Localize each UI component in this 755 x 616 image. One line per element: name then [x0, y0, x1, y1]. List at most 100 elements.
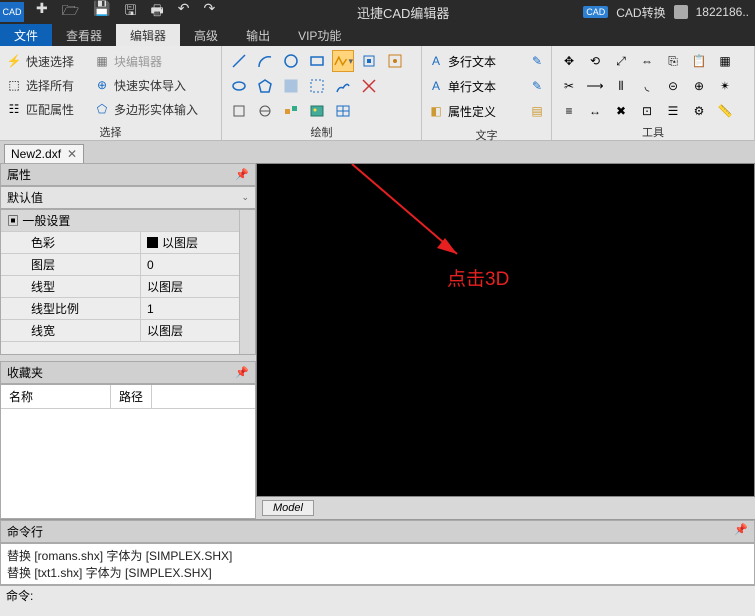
menu-output[interactable]: 输出: [232, 24, 284, 46]
ellipse-tool-icon[interactable]: [228, 75, 250, 97]
poly-import-button[interactable]: 多边形实体输入: [114, 101, 198, 118]
prop-val-layer[interactable]: 0: [141, 254, 239, 275]
properties-default-row[interactable]: 默认值 ⌄: [0, 186, 256, 209]
text-style-icon[interactable]: ✎: [529, 78, 545, 94]
save-icon[interactable]: 💾: [93, 0, 110, 24]
menu-file[interactable]: 文件: [0, 24, 52, 46]
quick-select-button[interactable]: 快速选择: [26, 53, 74, 70]
scale-tool-icon[interactable]: ⤢: [610, 50, 632, 72]
mtext-icon[interactable]: A: [428, 53, 444, 69]
cad-convert-link[interactable]: CAD转换: [616, 4, 665, 21]
stretch-tool-icon[interactable]: ↔: [584, 100, 606, 122]
menu-editor[interactable]: 编辑器: [116, 24, 180, 46]
command-input-row[interactable]: 命令:: [0, 585, 755, 604]
open-icon[interactable]: 🗁: [62, 0, 79, 24]
fav-col-name[interactable]: 名称: [1, 385, 111, 408]
canvas-area: 点击3D Model: [256, 163, 755, 519]
array-tool-icon[interactable]: ▦: [714, 50, 736, 72]
rect-tool-icon[interactable]: [306, 50, 328, 72]
rotate-tool-icon[interactable]: ⟲: [584, 50, 606, 72]
polyline-tool-icon[interactable]: ▾: [332, 50, 354, 72]
paste-tool-icon[interactable]: 📋: [688, 50, 710, 72]
move-tool-icon[interactable]: ✥: [558, 50, 580, 72]
hatch-tool-icon[interactable]: [280, 75, 302, 97]
general-section[interactable]: ▣ 一般设置: [1, 210, 239, 232]
quick-import-icon[interactable]: ⊕: [94, 77, 110, 93]
attr-def-button[interactable]: 属性定义: [448, 103, 496, 120]
drawing-canvas[interactable]: 点击3D: [256, 163, 755, 497]
app-logo-icon: CAD: [0, 2, 24, 22]
undo-icon[interactable]: ↶: [178, 0, 190, 24]
menu-vip[interactable]: VIP功能: [284, 24, 355, 46]
pin-icon[interactable]: 📌: [235, 168, 249, 181]
stext-button[interactable]: 单行文本: [448, 78, 496, 95]
close-tab-icon[interactable]: ✕: [67, 147, 77, 161]
explode-tool-icon[interactable]: ✴: [714, 75, 736, 97]
mtext-button[interactable]: 多行文本: [448, 53, 496, 70]
tool-3a-icon[interactable]: [228, 100, 250, 122]
file-tab[interactable]: New2.dxf ✕: [4, 144, 84, 163]
break-tool-icon[interactable]: ⊝: [662, 75, 684, 97]
tool-3c-icon[interactable]: [280, 100, 302, 122]
image-tool-icon[interactable]: [306, 100, 328, 122]
group-tool-icon[interactable]: ⊡: [636, 100, 658, 122]
select-all-button[interactable]: 选择所有: [26, 77, 74, 94]
copy-tool-icon[interactable]: ⎘: [662, 50, 684, 72]
menu-bar: 文件 查看器 编辑器 高级 输出 VIP功能: [0, 24, 755, 46]
region-tool-icon[interactable]: [358, 75, 380, 97]
point-tool-icon[interactable]: [306, 75, 328, 97]
polygon-tool-icon[interactable]: [254, 75, 276, 97]
extend-tool-icon[interactable]: ⟶: [584, 75, 606, 97]
pin-icon[interactable]: 📌: [734, 523, 748, 540]
tool-3b-icon[interactable]: [254, 100, 276, 122]
cloud-tool-icon[interactable]: [332, 75, 354, 97]
mirror-tool-icon[interactable]: ⇔: [636, 50, 658, 72]
match-props-button[interactable]: 匹配属性: [26, 101, 74, 118]
spline-tool-icon[interactable]: [358, 50, 380, 72]
redo-icon[interactable]: ↷: [203, 0, 215, 24]
join-tool-icon[interactable]: ⊕: [688, 75, 710, 97]
layer-tool-icon[interactable]: ☰: [662, 100, 684, 122]
stext-icon[interactable]: A: [428, 78, 444, 94]
fav-col-path[interactable]: 路径: [111, 385, 152, 408]
new-icon[interactable]: ✚: [36, 0, 48, 24]
attr-def-icon[interactable]: ◧: [428, 103, 444, 119]
arc-tool-icon[interactable]: [254, 50, 276, 72]
command-history[interactable]: 替换 [romans.shx] 字体为 [SIMPLEX.SHX] 替换 [tx…: [0, 543, 755, 585]
print-icon[interactable]: 🖶: [150, 0, 163, 24]
delete-tool-icon[interactable]: ✖: [610, 100, 632, 122]
prop-val-lweight[interactable]: 以图层: [141, 320, 239, 341]
line-tool-icon[interactable]: [228, 50, 250, 72]
measure-tool-icon[interactable]: 📏: [714, 100, 736, 122]
fillet-tool-icon[interactable]: ◟: [636, 75, 658, 97]
left-panels: 属性 📌 默认值 ⌄ ▣ 一般设置 色彩以图层 图层0 线型以图层 线型比例1 …: [0, 163, 256, 519]
favorites-title: 收藏夹: [7, 364, 43, 381]
menu-advanced[interactable]: 高级: [180, 24, 232, 46]
prop-val-ltype[interactable]: 以图层: [141, 276, 239, 297]
quick-select-icon[interactable]: ⚡: [6, 53, 22, 69]
select-all-icon[interactable]: ⬚: [6, 77, 22, 93]
user-icon[interactable]: [674, 5, 688, 19]
ribbon-label-select: 选择: [6, 122, 215, 140]
offset-tool-icon[interactable]: ⫴: [610, 75, 632, 97]
prop-val-lscale[interactable]: 1: [141, 298, 239, 319]
cmd-line-2: 替换 [txt1.shx] 字体为 [SIMPLEX.SHX]: [7, 564, 748, 581]
menu-viewer[interactable]: 查看器: [52, 24, 116, 46]
circle-tool-icon[interactable]: [280, 50, 302, 72]
properties-scrollbar[interactable]: [239, 210, 255, 354]
align-tool-icon[interactable]: ≡: [558, 100, 580, 122]
props-tool-icon[interactable]: ⚙: [688, 100, 710, 122]
table-tool-icon[interactable]: [332, 100, 354, 122]
poly-import-icon[interactable]: ⬠: [94, 101, 110, 117]
saveas-icon[interactable]: 🖫: [125, 0, 137, 24]
trim-tool-icon[interactable]: ✂: [558, 75, 580, 97]
ribbon-group-select: ⚡快速选择▦块编辑器 ⬚选择所有⊕快速实体导入 ☷匹配属性⬠多边形实体输入 选择: [0, 46, 222, 140]
quick-import-button[interactable]: 快速实体导入: [114, 77, 186, 94]
user-label: 1822186..: [696, 5, 749, 19]
attr-edit-icon[interactable]: ▤: [529, 103, 545, 119]
pin-icon[interactable]: 📌: [235, 366, 249, 379]
dim-tool-icon[interactable]: [384, 50, 406, 72]
prop-val-color[interactable]: 以图层: [141, 232, 239, 253]
match-props-icon[interactable]: ☷: [6, 101, 22, 117]
text-edit-icon[interactable]: ✎: [529, 53, 545, 69]
